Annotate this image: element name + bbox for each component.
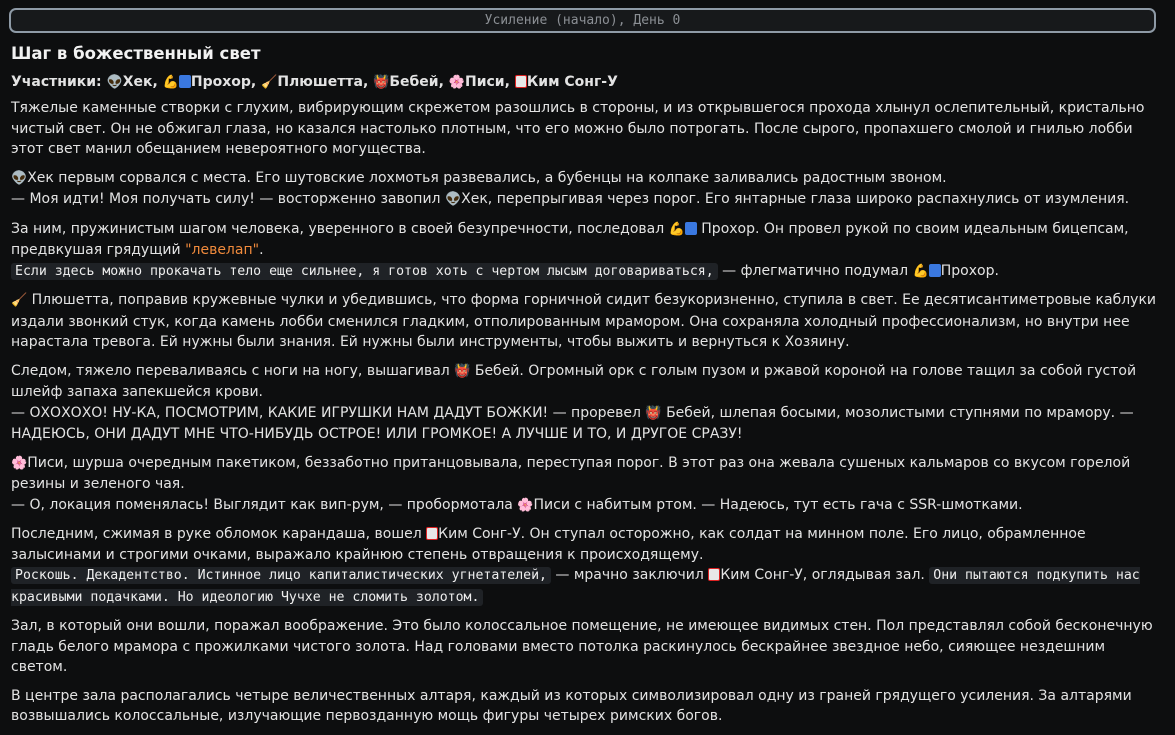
- p3-text-d: .: [259, 242, 264, 258]
- participant-pisi: Писи,: [464, 74, 510, 90]
- thought-code-span: Если здесь можно прокачать тело еще силь…: [11, 262, 718, 280]
- paragraph-3: За ним, пружинистым шагом человека, увер…: [11, 219, 1161, 283]
- paragraph-6: 🌸Писи, шурша очередным пакетиком, беззаб…: [11, 453, 1161, 517]
- p6-text-a: Писи, шурша очередным пакетиком, беззабо…: [11, 454, 1131, 493]
- broom-icon: 🧹: [261, 75, 278, 90]
- person-tag-icon: [928, 263, 941, 277]
- p2-text-a: Хек первым сорвался с места. Его шутовск…: [27, 169, 947, 186]
- mahjong-tile-icon: [426, 527, 439, 540]
- paragraph-7: Последним, сжимая в руке обломок каранда…: [11, 524, 1161, 608]
- p4-text: Плюшетта, поправив кружевные чулки и убе…: [11, 292, 1157, 350]
- participant-hek: Хек,: [122, 74, 158, 90]
- flower-icon: 🌸: [448, 75, 465, 90]
- devil-icon: 👹: [454, 363, 471, 379]
- p6-text-b: — О, локация поменялась! Выглядит как ви…: [11, 496, 513, 513]
- paragraph-4: 🧹 Плюшетта, поправив кружевные чулки и у…: [11, 290, 1161, 353]
- paragraph-2: 👽Хек первым сорвался с места. Его шутовс…: [11, 168, 1161, 211]
- p5-text-a: Следом, тяжело переваливаясь с ноги на н…: [11, 362, 450, 379]
- story-content: Шаг в божественный свет Участники: 👽Хек,…: [11, 44, 1161, 735]
- p3-text-e: — флегматично подумал: [722, 262, 909, 279]
- flower-icon: 🌸: [517, 497, 534, 513]
- broom-icon: 🧹: [11, 293, 28, 308]
- mahjong-tile-icon: [708, 568, 721, 581]
- paragraph-9: В центре зала располагались четыре велич…: [11, 687, 1132, 725]
- participant-prokhor: Прохор,: [190, 74, 257, 90]
- p2-text-c: Хек, перепрыгивая через порог. Его янтар…: [461, 191, 1130, 207]
- participant-bebey: Бебей,: [389, 74, 444, 90]
- paragraph-8: Зал, в который они вошли, поражал вообра…: [11, 618, 1153, 675]
- scene-title: Шаг в божественный свет: [11, 44, 261, 63]
- alien-icon: 👽: [444, 192, 462, 207]
- alien-icon: 👽: [11, 170, 28, 186]
- participant-plyushetta: Плюшетта,: [277, 74, 369, 90]
- person-tag-icon: [178, 75, 191, 88]
- paragraph-1: Тяжелые каменные створки с глухим, вибри…: [11, 100, 1145, 157]
- participants-label: Участники:: [11, 74, 102, 90]
- devil-icon: 👹: [373, 75, 390, 90]
- flexed-biceps-icon: 💪: [912, 263, 929, 279]
- person-tag-icon: [684, 221, 697, 235]
- scene-header-bar: Усиление (начало), День 0: [9, 8, 1156, 33]
- flexed-biceps-icon: 💪: [668, 221, 685, 237]
- thought-code-span: Роскошь. Декадентство. Истинное лицо кап…: [11, 567, 551, 584]
- p7-text-d: Ким Сонг-У, оглядывая зал.: [720, 567, 925, 583]
- p7-text-c: — мрачно заключил: [555, 567, 704, 583]
- flower-icon: 🌸: [11, 455, 28, 471]
- participant-kim: Ким Сонг-У: [526, 74, 618, 90]
- p6-text-c: Писи с набитым ртом. — Надеюсь, тут есть…: [533, 496, 1023, 513]
- p5-text-c: — ОХОХОХО! НУ-КА, ПОСМОТРИМ, КАКИЕ ИГРУШ…: [11, 404, 641, 421]
- participants-line: Участники: 👽Хек, 💪 Прохор, 🧹Плюшетта, 👹Бе…: [11, 72, 1161, 93]
- mahjong-tile-icon: [514, 75, 527, 88]
- levelup-highlight: "левелап": [185, 242, 260, 258]
- alien-icon: 👽: [106, 75, 123, 90]
- p3-text-f: Прохор.: [940, 262, 999, 279]
- p7-text-a: Последним, сжимая в руке обломок каранда…: [11, 526, 422, 542]
- paragraph-5: Следом, тяжело переваливаясь с ноги на н…: [11, 361, 1161, 445]
- p2-text-b: — Моя идти! Моя получать силу! — восторж…: [11, 191, 441, 207]
- devil-icon: 👹: [645, 405, 662, 421]
- flexed-biceps-icon: 💪: [162, 75, 179, 90]
- p3-text-a: За ним, пружинистым шагом человека, увер…: [11, 220, 665, 237]
